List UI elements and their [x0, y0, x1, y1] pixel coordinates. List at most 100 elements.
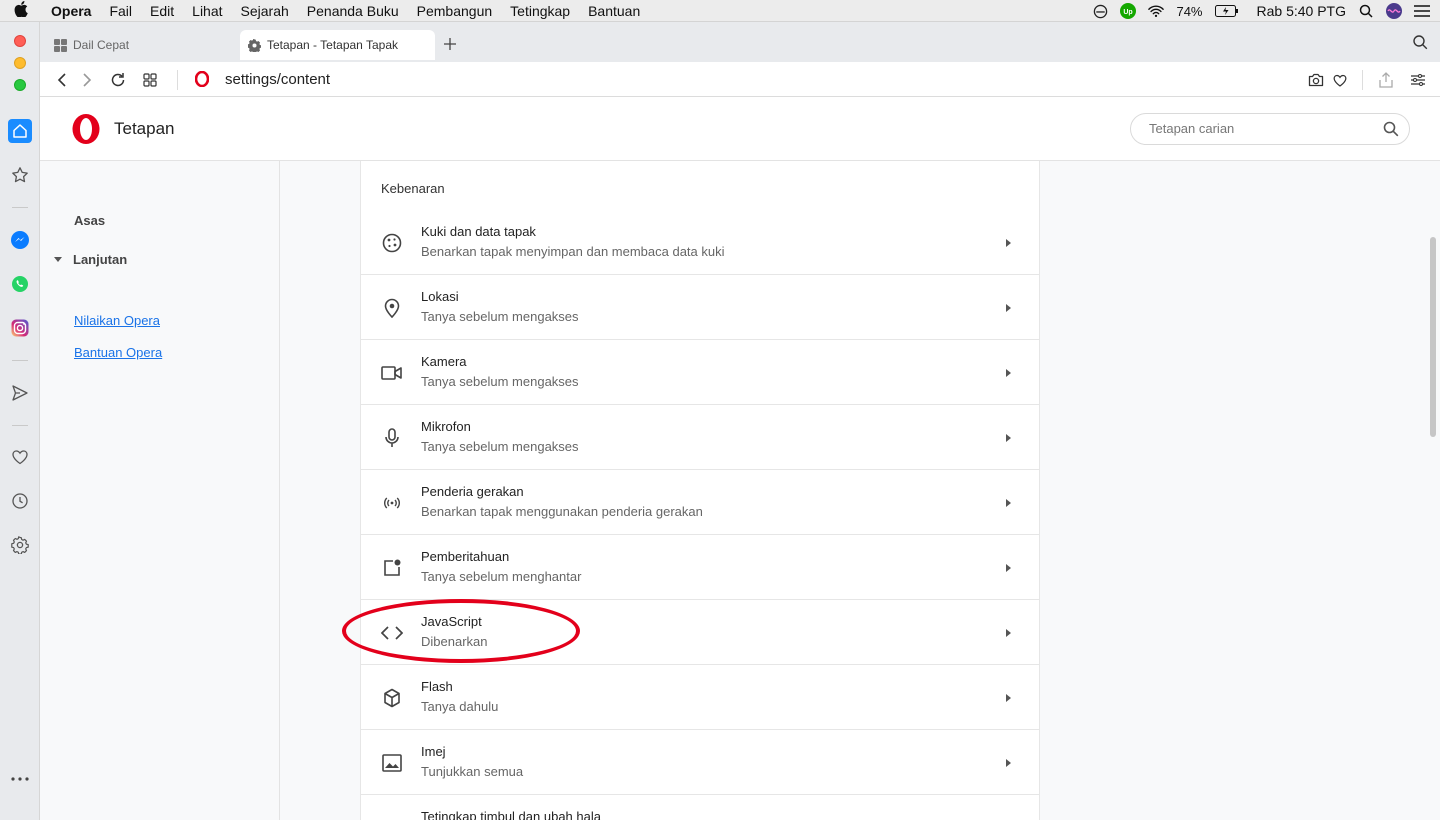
menu-window[interactable]: Tetingkap — [501, 3, 579, 19]
settings-nav: Asas Lanjutan Nilaikan Opera Bantuan Ope… — [40, 161, 280, 820]
new-tab-plus-icon[interactable] — [440, 34, 460, 54]
menu-view[interactable]: Lihat — [183, 3, 231, 19]
expand-triangle-icon — [54, 257, 62, 262]
location-pin-icon — [381, 297, 403, 319]
sync-status-icon[interactable] — [1092, 3, 1108, 19]
permission-row-popups[interactable]: Tetingkap timbul dan ubah hala — [361, 795, 1039, 820]
tab-bar: Dail Cepat Tetapan - Tetapan Tapak — [40, 22, 1440, 62]
chevron-right-icon — [1006, 434, 1011, 442]
menu-file[interactable]: Fail — [100, 3, 141, 19]
row-subtitle: Dibenarkan — [421, 634, 488, 649]
row-title: Lokasi — [421, 289, 459, 304]
chevron-right-icon — [1006, 499, 1011, 507]
page-title: Tetapan — [114, 119, 175, 138]
permission-row-motion-sensors[interactable]: Penderia gerakan Benarkan tapak mengguna… — [361, 470, 1039, 535]
macos-menubar: Opera Fail Edit Lihat Sejarah Penanda Bu… — [0, 0, 1440, 22]
easy-setup-grid-icon[interactable] — [139, 69, 161, 91]
row-title: Pemberitahuan — [421, 549, 510, 564]
sidebar-settings-gear-icon[interactable] — [8, 533, 32, 557]
menu-bookmarks[interactable]: Penanda Buku — [298, 3, 408, 19]
permission-row-microphone[interactable]: Mikrofon Tanya sebelum mengakses — [361, 405, 1039, 470]
menu-app-name[interactable]: Opera — [42, 3, 100, 19]
sidebar-personal-news-heart-icon[interactable] — [8, 445, 32, 469]
row-title: Kamera — [421, 354, 467, 369]
sidebar-separator — [12, 207, 28, 208]
permission-row-flash[interactable]: Flash Tanya dahulu — [361, 665, 1039, 730]
sidebar-bookmarks-star-icon[interactable] — [8, 163, 32, 187]
battery-percent: 74% — [1176, 3, 1203, 19]
chevron-right-icon — [1006, 239, 1011, 247]
row-subtitle: Tunjukkan semua — [421, 764, 524, 779]
row-subtitle: Tanya sebelum menghantar — [421, 569, 582, 584]
opera-help-link[interactable]: Bantuan Opera — [74, 345, 162, 360]
sidebar-more-options-icon[interactable] — [8, 767, 32, 791]
tab-search-icon[interactable] — [1413, 35, 1428, 55]
bookmark-heart-icon[interactable] — [1329, 69, 1351, 91]
settings-page: Tetapan Asas Lanjutan Nilaikan Opera Ban… — [40, 97, 1440, 820]
image-icon — [381, 752, 403, 774]
chevron-right-icon — [1006, 629, 1011, 637]
sidebar-whatsapp-icon[interactable] — [8, 272, 32, 296]
menu-history[interactable]: Sejarah — [232, 3, 298, 19]
row-subtitle: Benarkan tapak menggunakan penderia gera… — [421, 504, 703, 519]
permission-row-images[interactable]: Imej Tunjukkan semua — [361, 730, 1039, 795]
upwork-icon[interactable]: Up — [1120, 3, 1137, 19]
reload-icon[interactable] — [107, 69, 129, 91]
row-title: Penderia gerakan — [421, 484, 524, 499]
notification-center-icon[interactable] — [1414, 3, 1430, 19]
chevron-right-icon — [1006, 759, 1011, 767]
section-title: Kebenaran — [381, 181, 445, 196]
sidebar-instagram-icon[interactable] — [8, 316, 32, 340]
tab-label: Tetapan - Tetapan Tapak — [267, 38, 398, 52]
address-bar-url[interactable]: settings/content — [225, 71, 330, 88]
menubar-clock[interactable]: Rab 5:40 PTG — [1257, 3, 1347, 19]
wifi-icon[interactable] — [1148, 3, 1165, 19]
menu-help[interactable]: Bantuan — [579, 3, 649, 19]
tab-site-settings[interactable]: Tetapan - Tetapan Tapak — [240, 30, 435, 60]
row-title: Mikrofon — [421, 419, 471, 434]
window-zoom-button[interactable] — [14, 79, 26, 91]
flash-box-icon — [381, 687, 403, 709]
window-close-button[interactable] — [14, 35, 26, 47]
chevron-right-icon — [1006, 564, 1011, 572]
row-subtitle: Tanya sebelum mengakses — [421, 309, 579, 324]
permissions-card: Kebenaran Kuki dan data tapak Benarkan t… — [360, 161, 1040, 820]
permission-row-javascript[interactable]: JavaScript Dibenarkan — [361, 600, 1039, 665]
rate-opera-link[interactable]: Nilaikan Opera — [74, 313, 160, 328]
siri-icon[interactable] — [1386, 3, 1402, 19]
permission-row-notifications[interactable]: Pemberitahuan Tanya sebelum menghantar — [361, 535, 1039, 600]
forward-arrow-icon[interactable] — [76, 69, 98, 91]
row-subtitle: Tanya sebelum mengakses — [421, 374, 579, 389]
sidebar-flow-send-icon[interactable] — [8, 381, 32, 405]
permission-row-cookies[interactable]: Kuki dan data tapak Benarkan tapak menyi… — [361, 210, 1039, 275]
menu-developer[interactable]: Pembangun — [408, 3, 502, 19]
snapshot-camera-icon[interactable] — [1305, 69, 1327, 91]
permission-row-location[interactable]: Lokasi Tanya sebelum mengakses — [361, 275, 1039, 340]
row-title: Tetingkap timbul dan ubah hala — [421, 809, 601, 820]
toolbar-separator — [1362, 70, 1363, 90]
battery-icon[interactable] — [1214, 3, 1239, 19]
sidebar-messenger-icon[interactable] — [8, 228, 32, 252]
chevron-right-icon — [1006, 694, 1011, 702]
easy-setup-sliders-icon[interactable] — [1407, 69, 1429, 91]
spotlight-search-icon[interactable] — [1358, 3, 1374, 19]
menu-edit[interactable]: Edit — [141, 3, 183, 19]
search-input[interactable] — [1149, 121, 1369, 136]
settings-header: Tetapan — [40, 97, 1440, 161]
search-icon[interactable] — [1383, 121, 1399, 142]
row-title: JavaScript — [421, 614, 482, 629]
back-arrow-icon[interactable] — [51, 69, 73, 91]
sidebar-speed-dial-home-icon[interactable] — [8, 119, 32, 143]
page-scrollbar[interactable] — [1430, 237, 1436, 437]
tab-label: Dail Cepat — [73, 38, 130, 52]
nav-basic[interactable]: Asas — [74, 213, 105, 228]
settings-search[interactable] — [1130, 113, 1410, 145]
window-minimize-button[interactable] — [14, 57, 26, 69]
nav-advanced[interactable]: Lanjutan — [54, 252, 127, 267]
row-subtitle: Tanya dahulu — [421, 699, 499, 714]
apple-menu-icon[interactable] — [0, 0, 42, 21]
sidebar-history-clock-icon[interactable] — [8, 489, 32, 513]
share-upload-icon[interactable] — [1375, 69, 1397, 91]
permission-row-camera[interactable]: Kamera Tanya sebelum mengakses — [361, 340, 1039, 405]
tab-speed-dial[interactable]: Dail Cepat — [46, 30, 236, 60]
